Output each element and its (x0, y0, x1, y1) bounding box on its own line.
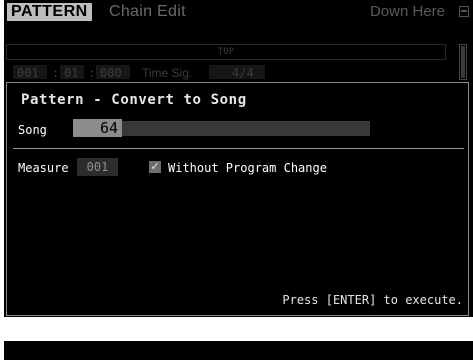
bg-time-sig-value: 4/4 (232, 66, 254, 80)
song-number-field[interactable]: 64 (73, 119, 122, 137)
song-label: Song (18, 123, 47, 137)
without-program-change-label: Without Program Change (168, 161, 327, 175)
lcd-screen: PATTERN Chain Edit Down Here TOP 001 : 0… (4, 0, 473, 360)
measure-label: Measure (18, 161, 69, 175)
bg-position-beat: 01 (64, 66, 79, 80)
bg-position-separator: : (88, 66, 96, 80)
divider (13, 148, 464, 149)
background-scrollbar (459, 44, 467, 80)
song-name-field[interactable] (122, 121, 370, 136)
dialog-title: Pattern - Convert to Song (21, 92, 247, 108)
enter-hint: Press [ENTER] to execute. (282, 293, 463, 307)
bg-position-separator: : (52, 66, 60, 80)
track-top-label: TOP (217, 47, 235, 57)
without-program-change-checkbox[interactable]: ✓ (149, 161, 161, 173)
bg-position-measure: 001 (17, 66, 39, 80)
bg-position-clock: 000 (100, 66, 122, 80)
background-track: TOP (6, 44, 446, 60)
bottom-white-band (0, 317, 473, 341)
header-right-text: Down Here (369, 3, 445, 20)
bg-time-sig-label: Time Sig. (142, 66, 193, 80)
convert-to-song-dialog: Pattern - Convert to Song Song 64 Measur… (6, 82, 469, 316)
window-icon (459, 6, 469, 17)
header-title: Chain Edit (109, 3, 186, 20)
mode-tag: PATTERN (7, 3, 92, 21)
measure-field[interactable]: 001 (77, 158, 118, 176)
bottom-black-area (4, 341, 473, 360)
header-bar: PATTERN Chain Edit Down Here (4, 0, 473, 24)
